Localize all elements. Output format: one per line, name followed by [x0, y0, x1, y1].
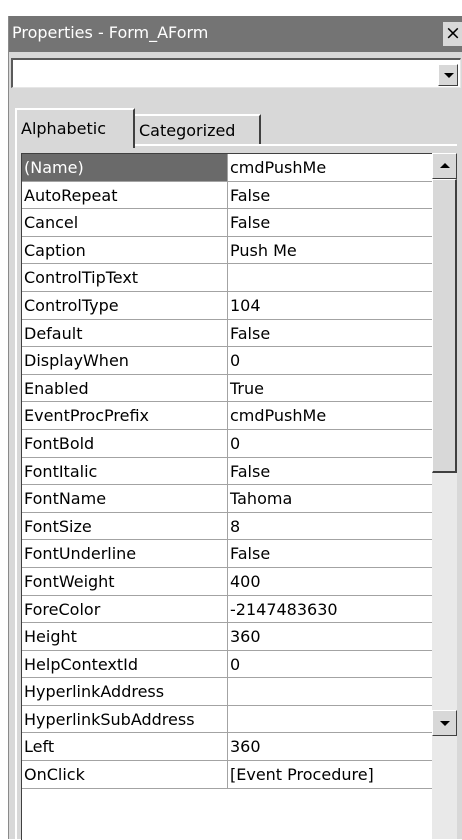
property-value[interactable]: -2147483630	[228, 596, 433, 624]
property-value[interactable]: cmdPushMe	[228, 402, 433, 430]
property-row[interactable]: Height 360	[22, 623, 433, 651]
scroll-down-button[interactable]	[432, 710, 457, 736]
property-value[interactable]: False	[228, 182, 433, 210]
property-row[interactable]: Left 360	[22, 733, 433, 762]
property-value[interactable]: 104	[228, 292, 433, 320]
property-name[interactable]: FontName	[22, 485, 228, 513]
property-row[interactable]: Cancel False	[22, 209, 433, 237]
property-name[interactable]: Enabled	[22, 374, 228, 403]
property-row[interactable]: ControlType 104	[22, 291, 433, 320]
property-row[interactable]: (Name) cmdPushMe	[22, 154, 433, 182]
property-name[interactable]: AutoRepeat	[22, 181, 228, 210]
property-row[interactable]: OnClick [Event Procedure]	[22, 761, 433, 789]
property-row[interactable]: EventProcPrefix cmdPushMe	[22, 402, 433, 430]
property-row[interactable]: HelpContextId 0	[22, 650, 433, 679]
tab-bar: Alphabetic Categorized	[9, 108, 462, 148]
property-name[interactable]: Caption	[22, 236, 228, 265]
property-name[interactable]: HyperlinkSubAddress	[22, 705, 228, 734]
property-name[interactable]: ForeColor	[22, 595, 228, 624]
property-row[interactable]: AutoRepeat False	[22, 181, 433, 210]
property-name[interactable]: Default	[22, 319, 228, 348]
property-value[interactable]: False	[228, 458, 433, 486]
property-value[interactable]	[228, 706, 433, 734]
scroll-up-button[interactable]	[432, 153, 457, 179]
property-name[interactable]: DisplayWhen	[22, 347, 228, 375]
property-name[interactable]: OnClick	[22, 761, 228, 789]
properties-window: Properties - Form_AForm × Alphabetic Cat…	[8, 16, 462, 840]
arrow-up-icon	[440, 163, 450, 168]
property-value[interactable]: False	[228, 540, 433, 568]
property-row[interactable]: HyperlinkAddress	[22, 678, 433, 706]
property-name[interactable]: HyperlinkAddress	[22, 678, 228, 706]
property-row[interactable]: FontItalic False	[22, 457, 433, 486]
window-title: Properties - Form_AForm	[12, 23, 209, 42]
vertical-scrollbar[interactable]	[432, 153, 457, 839]
property-name[interactable]: FontBold	[22, 429, 228, 458]
property-value[interactable]	[228, 264, 433, 292]
property-value[interactable]: 0	[228, 651, 433, 679]
property-name[interactable]: Height	[22, 623, 228, 651]
property-row[interactable]: FontBold 0	[22, 429, 433, 458]
property-name[interactable]: FontUnderline	[22, 540, 228, 568]
property-value[interactable]: False	[228, 320, 433, 348]
property-grid[interactable]: (Name) cmdPushMe AutoRepeat False Cancel Fals…	[21, 153, 433, 840]
property-row[interactable]: Enabled True	[22, 374, 433, 403]
property-row[interactable]: FontUnderline False	[22, 540, 433, 568]
property-value[interactable]: [Event Procedure]	[228, 761, 433, 789]
property-row[interactable]: ControlTipText	[22, 264, 433, 292]
dropdown-button[interactable]	[438, 64, 458, 86]
property-row[interactable]: Caption Push Me	[22, 236, 433, 265]
property-name[interactable]: FontWeight	[22, 567, 228, 596]
property-row[interactable]: FontWeight 400	[22, 567, 433, 596]
property-row[interactable]: ForeColor -2147483630	[22, 595, 433, 624]
property-row[interactable]: FontName Tahoma	[22, 485, 433, 513]
property-value[interactable]: Tahoma	[228, 485, 433, 513]
property-value[interactable]: 360	[228, 733, 433, 762]
property-row[interactable]: HyperlinkSubAddress	[22, 705, 433, 734]
property-value[interactable]: 360	[228, 623, 433, 651]
property-name[interactable]: Cancel	[22, 209, 228, 237]
property-name[interactable]: HelpContextId	[22, 650, 228, 679]
property-row[interactable]: Default False	[22, 319, 433, 348]
property-name[interactable]: (Name)	[22, 154, 228, 182]
property-name[interactable]: ControlType	[22, 291, 228, 320]
property-value[interactable]: Push Me	[228, 237, 433, 265]
property-row[interactable]: DisplayWhen 0	[22, 347, 433, 375]
property-name[interactable]: FontItalic	[22, 457, 228, 486]
property-row[interactable]: FontSize 8	[22, 512, 433, 541]
chevron-down-icon	[444, 73, 454, 78]
tab-categorized[interactable]: Categorized	[135, 114, 261, 144]
arrow-down-icon	[440, 721, 450, 726]
property-name[interactable]: FontSize	[22, 512, 228, 541]
property-name[interactable]: ControlTipText	[22, 264, 228, 292]
property-value[interactable]: True	[228, 375, 433, 403]
property-name[interactable]: EventProcPrefix	[22, 402, 228, 430]
close-icon[interactable]: ×	[443, 22, 462, 46]
property-value[interactable]	[228, 678, 433, 706]
property-name[interactable]: Left	[22, 733, 228, 762]
property-value[interactable]: 0	[228, 347, 433, 375]
property-value[interactable]: False	[228, 209, 433, 237]
tab-alphabetic[interactable]: Alphabetic	[15, 108, 135, 148]
title-bar[interactable]: Properties - Form_AForm ×	[9, 16, 462, 52]
object-selector-dropdown[interactable]	[11, 58, 461, 88]
scroll-thumb[interactable]	[432, 179, 457, 473]
property-value[interactable]: 0	[228, 430, 433, 458]
property-value[interactable]: 400	[228, 568, 433, 596]
property-value[interactable]: 8	[228, 513, 433, 541]
property-value[interactable]: cmdPushMe	[228, 154, 433, 182]
